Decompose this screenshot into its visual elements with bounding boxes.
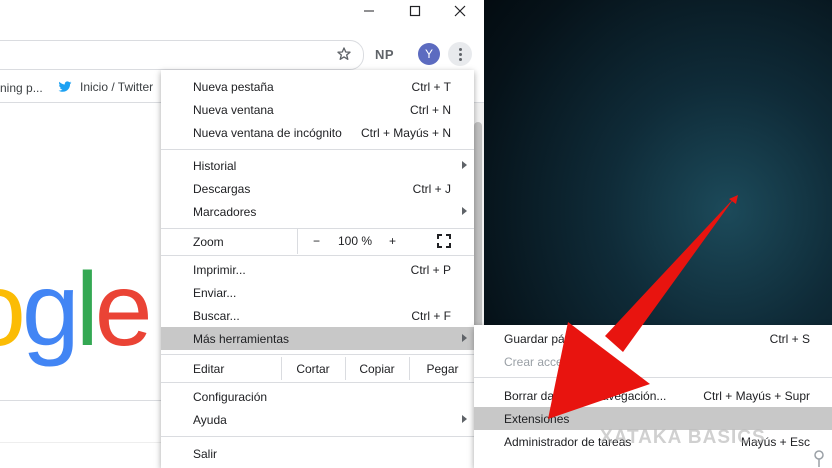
- red-arrow-annotation: [548, 195, 738, 419]
- watermark: XATAKA BASICS: [600, 427, 766, 448]
- pin-icon: [814, 450, 824, 467]
